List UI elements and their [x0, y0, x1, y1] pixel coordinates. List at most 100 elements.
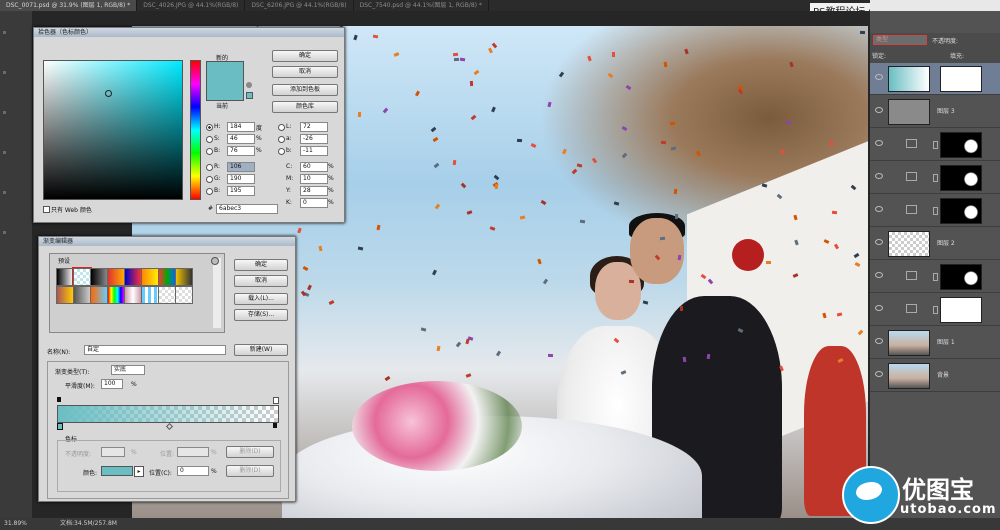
eye-icon[interactable] — [875, 338, 883, 344]
layer-mask-thumbnail[interactable] — [940, 198, 982, 224]
save-button[interactable]: 存储(S)... — [234, 309, 288, 321]
color-libraries-button[interactable]: 颜色库 — [272, 101, 338, 113]
tool-icon[interactable] — [3, 231, 6, 234]
eye-icon[interactable] — [875, 206, 883, 212]
add-to-swatches-button[interactable]: 添加到色板 — [272, 84, 338, 96]
a-field[interactable]: -26 — [300, 134, 328, 144]
tool-icon[interactable] — [3, 31, 6, 34]
tab-dsc-0071[interactable]: DSC_0071.psd @ 31.9% (图层 1, RGB/8) * — [0, 0, 138, 11]
tool-icon[interactable] — [3, 151, 6, 154]
layer-thumbnail[interactable] — [888, 231, 930, 257]
layer-mask-thumbnail[interactable] — [940, 66, 982, 92]
cube-icon[interactable] — [246, 82, 252, 88]
color-picker-cursor[interactable] — [105, 90, 112, 97]
opacity-stop-right[interactable] — [273, 397, 279, 404]
m-field[interactable]: 10 — [300, 174, 328, 184]
gradient-preset-swatch[interactable] — [73, 286, 91, 304]
ok-button[interactable]: 确定 — [272, 50, 338, 62]
presets-scrollbar[interactable] — [213, 258, 221, 328]
zoom-level[interactable]: 31.89% — [4, 518, 27, 530]
gradient-preview-bar[interactable] — [57, 405, 279, 423]
eye-icon[interactable] — [875, 305, 883, 311]
cancel-button[interactable]: 取消 — [234, 275, 288, 287]
smooth-field[interactable]: 100 — [101, 379, 123, 389]
web-only-checkbox[interactable] — [43, 206, 50, 213]
tab-dsc-7540[interactable]: DSC_7540.psd @ 44.1%(图层 1, RGB/8) * — [354, 0, 489, 11]
gradient-preset-swatch[interactable] — [56, 268, 74, 286]
opacity-stop-left[interactable] — [57, 397, 61, 402]
b-field[interactable]: 76 — [227, 146, 255, 156]
layer-thumbnail[interactable] — [888, 66, 930, 92]
tool-icon[interactable] — [3, 111, 6, 114]
layer-row[interactable] — [870, 294, 1000, 326]
eye-icon[interactable] — [875, 140, 883, 146]
gradient-preset-swatch[interactable] — [158, 286, 176, 304]
l-radio[interactable] — [278, 124, 285, 131]
ok-button[interactable]: 确定 — [234, 259, 288, 271]
load-button[interactable]: 载入(L)... — [234, 293, 288, 305]
s-field[interactable]: 46 — [227, 134, 255, 144]
g-radio[interactable] — [206, 176, 213, 183]
layer-thumbnail[interactable] — [888, 99, 930, 125]
y-field[interactable]: 28 — [300, 186, 328, 196]
link-icon[interactable] — [933, 207, 938, 215]
delete-color-stop-button[interactable]: 删除(D) — [226, 465, 274, 477]
tool-icon[interactable] — [3, 191, 6, 194]
stop-color-swatch[interactable] — [101, 466, 133, 476]
layer-mask-thumbnail[interactable] — [940, 165, 982, 191]
layer-mask-thumbnail[interactable] — [940, 264, 982, 290]
layer-row[interactable] — [870, 63, 1000, 95]
gradient-preset-swatch[interactable] — [90, 268, 108, 286]
layer-mask-thumbnail[interactable] — [940, 297, 982, 323]
h-radio[interactable] — [206, 124, 213, 131]
color-field[interactable] — [43, 60, 183, 200]
layer-thumbnail[interactable] — [888, 330, 930, 356]
k-field[interactable]: 0 — [300, 198, 328, 208]
lab-b-field[interactable]: -11 — [300, 146, 328, 156]
eye-icon[interactable] — [875, 371, 883, 377]
layer-row[interactable]: 图层 2 — [870, 228, 1000, 260]
c-field[interactable]: 60 — [300, 162, 328, 172]
tab-dsc-4026[interactable]: DSC_4026.JPG @ 44.1%(RGB/8) — [137, 0, 246, 11]
layer-thumbnail[interactable] — [888, 363, 930, 389]
eye-icon[interactable] — [875, 173, 883, 179]
color-stop-right[interactable] — [273, 423, 277, 428]
color-location-field[interactable]: 0 — [177, 466, 209, 476]
name-field[interactable]: 自定 — [84, 345, 226, 355]
b-radio[interactable] — [206, 148, 213, 155]
type-select[interactable]: 实底 — [111, 365, 145, 375]
web-safe-icon[interactable] — [246, 92, 253, 99]
layer-row[interactable]: 图层 1 — [870, 327, 1000, 359]
s-radio[interactable] — [206, 136, 213, 143]
tool-icon[interactable] — [3, 71, 6, 74]
layer-row[interactable] — [870, 261, 1000, 293]
gear-icon[interactable] — [211, 257, 219, 265]
gradient-preset-swatch[interactable] — [175, 268, 193, 286]
color-arrow-icon[interactable]: ▸ — [134, 466, 144, 477]
eye-icon[interactable] — [875, 107, 883, 113]
blue-field[interactable]: 195 — [227, 186, 255, 196]
new-button[interactable]: 新建(W) — [234, 344, 288, 356]
hue-slider[interactable] — [190, 60, 201, 200]
layer-row[interactable]: 背景 — [870, 360, 1000, 392]
layer-mask-thumbnail[interactable] — [940, 132, 982, 158]
tab-dsc-6206[interactable]: DSC_6206.JPG @ 44.1%(RGB/8) — [245, 0, 354, 11]
gradient-preset-swatch[interactable] — [175, 286, 193, 304]
g-field[interactable]: 190 — [227, 174, 255, 184]
layer-row[interactable] — [870, 162, 1000, 194]
eye-icon[interactable] — [875, 74, 883, 80]
lab-b-radio[interactable] — [278, 148, 285, 155]
link-icon[interactable] — [933, 306, 938, 314]
layer-row[interactable] — [870, 195, 1000, 227]
a-radio[interactable] — [278, 136, 285, 143]
h-field[interactable]: 184 — [227, 122, 255, 132]
cancel-button[interactable]: 取消 — [272, 66, 338, 78]
layer-row[interactable]: 图层 3 — [870, 96, 1000, 128]
blue-radio[interactable] — [206, 188, 213, 195]
gradient-preset-swatch[interactable] — [72, 267, 92, 287]
link-icon[interactable] — [933, 141, 938, 149]
eye-icon[interactable] — [875, 239, 883, 245]
link-icon[interactable] — [933, 273, 938, 281]
gradient-preset-swatch[interactable] — [141, 268, 159, 286]
gradient-preset-swatch[interactable] — [141, 286, 159, 304]
